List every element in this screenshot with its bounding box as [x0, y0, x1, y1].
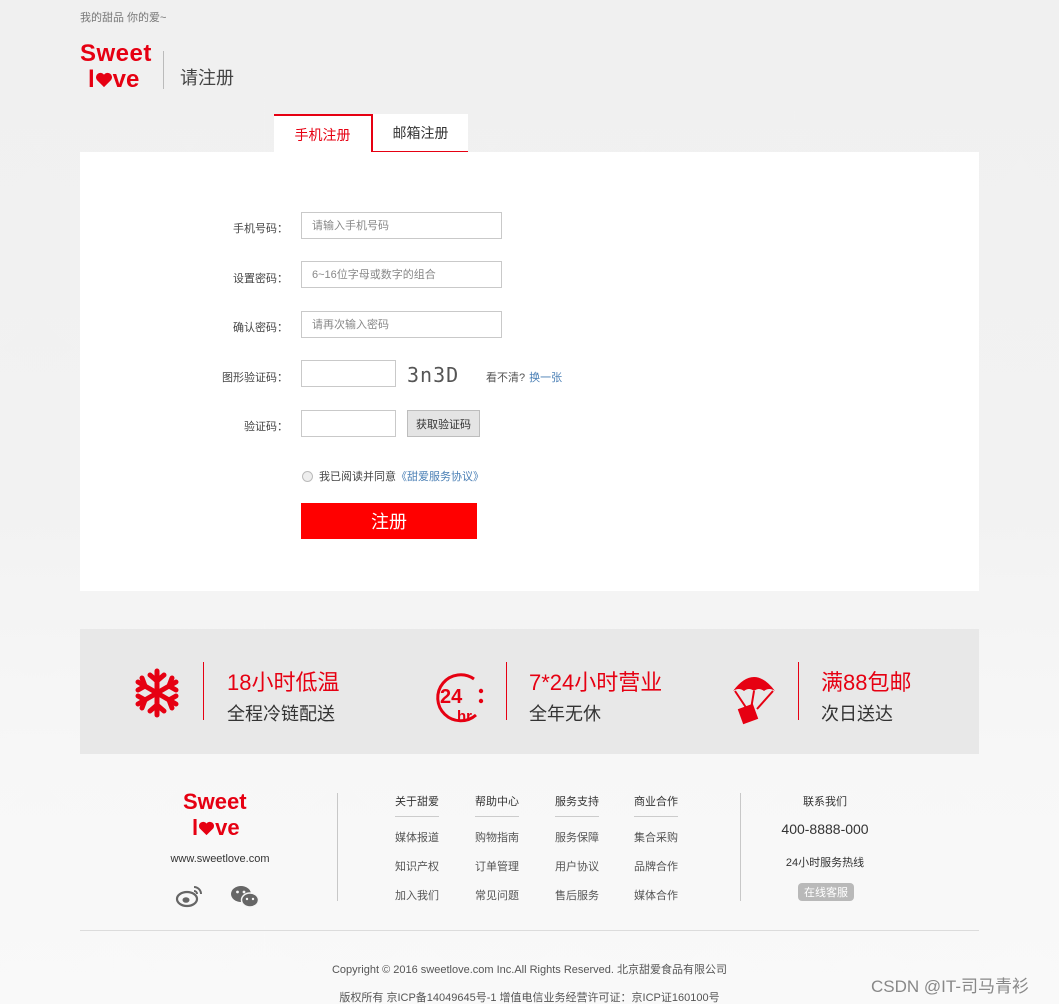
- footer-link[interactable]: 媒体报道: [387, 829, 447, 845]
- footer-col-service-head: 服务支持: [547, 793, 607, 817]
- footer-link[interactable]: 服务保障: [547, 829, 607, 845]
- register-submit-button[interactable]: 注册: [301, 503, 477, 539]
- feature-subtitle: 全年无休: [529, 704, 601, 724]
- footer-link[interactable]: 加入我们: [387, 887, 447, 903]
- footer-link[interactable]: 购物指南: [467, 829, 527, 845]
- footer-link[interactable]: 媒体合作: [626, 887, 686, 903]
- contact-phone: 400-8888-000: [781, 821, 869, 837]
- footer-link[interactable]: 集合采购: [626, 829, 686, 845]
- feature-divider: [798, 662, 799, 720]
- svg-text:24: 24: [440, 686, 463, 708]
- svg-text:hr: hr: [457, 708, 472, 725]
- feature-title: 7*24小时营业: [529, 670, 663, 695]
- captcha-image[interactable]: 3n3D: [407, 363, 459, 387]
- snowflake-icon: [135, 668, 179, 718]
- 24hr-icon: 24 hr: [436, 673, 484, 725]
- feature-cold-chain: 18小时低温 全程冷链配送: [80, 629, 380, 754]
- agreement-link[interactable]: 《甜爱服务协议》: [396, 468, 484, 484]
- agreement-text: 我已阅读并同意: [319, 471, 396, 483]
- brand-logo[interactable]: Sweet l ve: [80, 41, 152, 93]
- footer-link[interactable]: 常见问题: [467, 887, 527, 903]
- feature-24-hours: 24 hr 7*24小时营业 全年无休: [380, 629, 680, 754]
- footer-link[interactable]: 知识产权: [387, 858, 447, 874]
- captcha-label: 图形验证码：: [222, 372, 288, 384]
- page-title: 请注册: [180, 68, 234, 88]
- top-slogan: 我的甜品 你的爱~: [80, 12, 167, 24]
- header-divider: [163, 51, 164, 89]
- features-band: 18小时低温 全程冷链配送 24 hr 7*24小时营业 全年无休 满88包邮 …: [80, 629, 979, 754]
- footer-link[interactable]: 品牌合作: [626, 858, 686, 874]
- password-label: 设置密码：: [233, 273, 288, 285]
- captcha-hint: 看不清? 换一张: [486, 372, 563, 384]
- tab-email-register[interactable]: 邮箱注册: [371, 114, 468, 152]
- contact-hotline: 24小时服务热线: [785, 857, 865, 869]
- csdn-watermark: CSDN @IT-司马青衫: [871, 977, 1029, 996]
- online-service-button[interactable]: 在线客服: [798, 883, 854, 901]
- logo-line2: l ve: [88, 66, 140, 93]
- captcha-input[interactable]: [301, 360, 396, 387]
- heart-icon: [95, 72, 112, 88]
- phone-label: 手机号码：: [233, 223, 288, 235]
- footer-col-about-head: 关于甜爱: [387, 793, 447, 817]
- sms-code-input[interactable]: [301, 410, 396, 437]
- footer-logo-line2: l ve: [192, 815, 240, 840]
- feature-divider: [203, 662, 204, 720]
- agreement-row: 我已阅读并同意 《甜爱服务协议》: [302, 468, 484, 484]
- get-sms-code-button[interactable]: 获取验证码: [407, 410, 480, 437]
- tab-phone-register[interactable]: 手机注册: [274, 114, 371, 154]
- password-input[interactable]: [301, 261, 502, 288]
- register-form-panel: 手机号码： 设置密码： 确认密码： 图形验证码： 3n3D 看不清?换一张 验证…: [80, 152, 979, 591]
- feature-subtitle: 次日送达: [821, 704, 893, 724]
- footer-link[interactable]: 用户协议: [547, 858, 607, 874]
- heart-icon: [199, 821, 215, 836]
- footer-divider: [740, 793, 741, 901]
- feature-title: 18小时低温: [227, 670, 340, 695]
- footer-url[interactable]: www.sweetlove.com: [150, 853, 290, 865]
- confirm-password-input[interactable]: [301, 311, 502, 338]
- logo-line1: Sweet: [80, 40, 152, 67]
- feature-free-shipping: 满88包邮 次日送达: [680, 629, 979, 754]
- phone-input[interactable]: [301, 212, 502, 239]
- feature-title: 满88包邮: [821, 670, 912, 695]
- footer-divider: [337, 793, 338, 901]
- sms-code-label: 验证码：: [244, 421, 288, 433]
- footer-link[interactable]: 订单管理: [467, 858, 527, 874]
- footer-col-help-head: 帮助中心: [467, 793, 527, 817]
- feature-divider: [506, 662, 507, 720]
- agreement-radio[interactable]: [302, 470, 313, 482]
- footer-logo[interactable]: Sweet l ve: [183, 789, 247, 841]
- feature-subtitle: 全程冷链配送: [227, 704, 335, 724]
- confirm-password-label: 确认密码：: [233, 322, 288, 334]
- contact-head: 联系我们: [803, 796, 847, 808]
- parachute-box-icon: [733, 677, 775, 725]
- footer-col-business-head: 商业合作: [626, 793, 686, 817]
- footer-logo-line1: Sweet: [183, 789, 247, 814]
- captcha-refresh-link[interactable]: 换一张: [529, 372, 562, 384]
- footer-separator: [80, 930, 979, 931]
- wechat-icon[interactable]: [230, 884, 260, 910]
- footer-link[interactable]: 售后服务: [547, 887, 607, 903]
- weibo-icon[interactable]: [175, 884, 203, 908]
